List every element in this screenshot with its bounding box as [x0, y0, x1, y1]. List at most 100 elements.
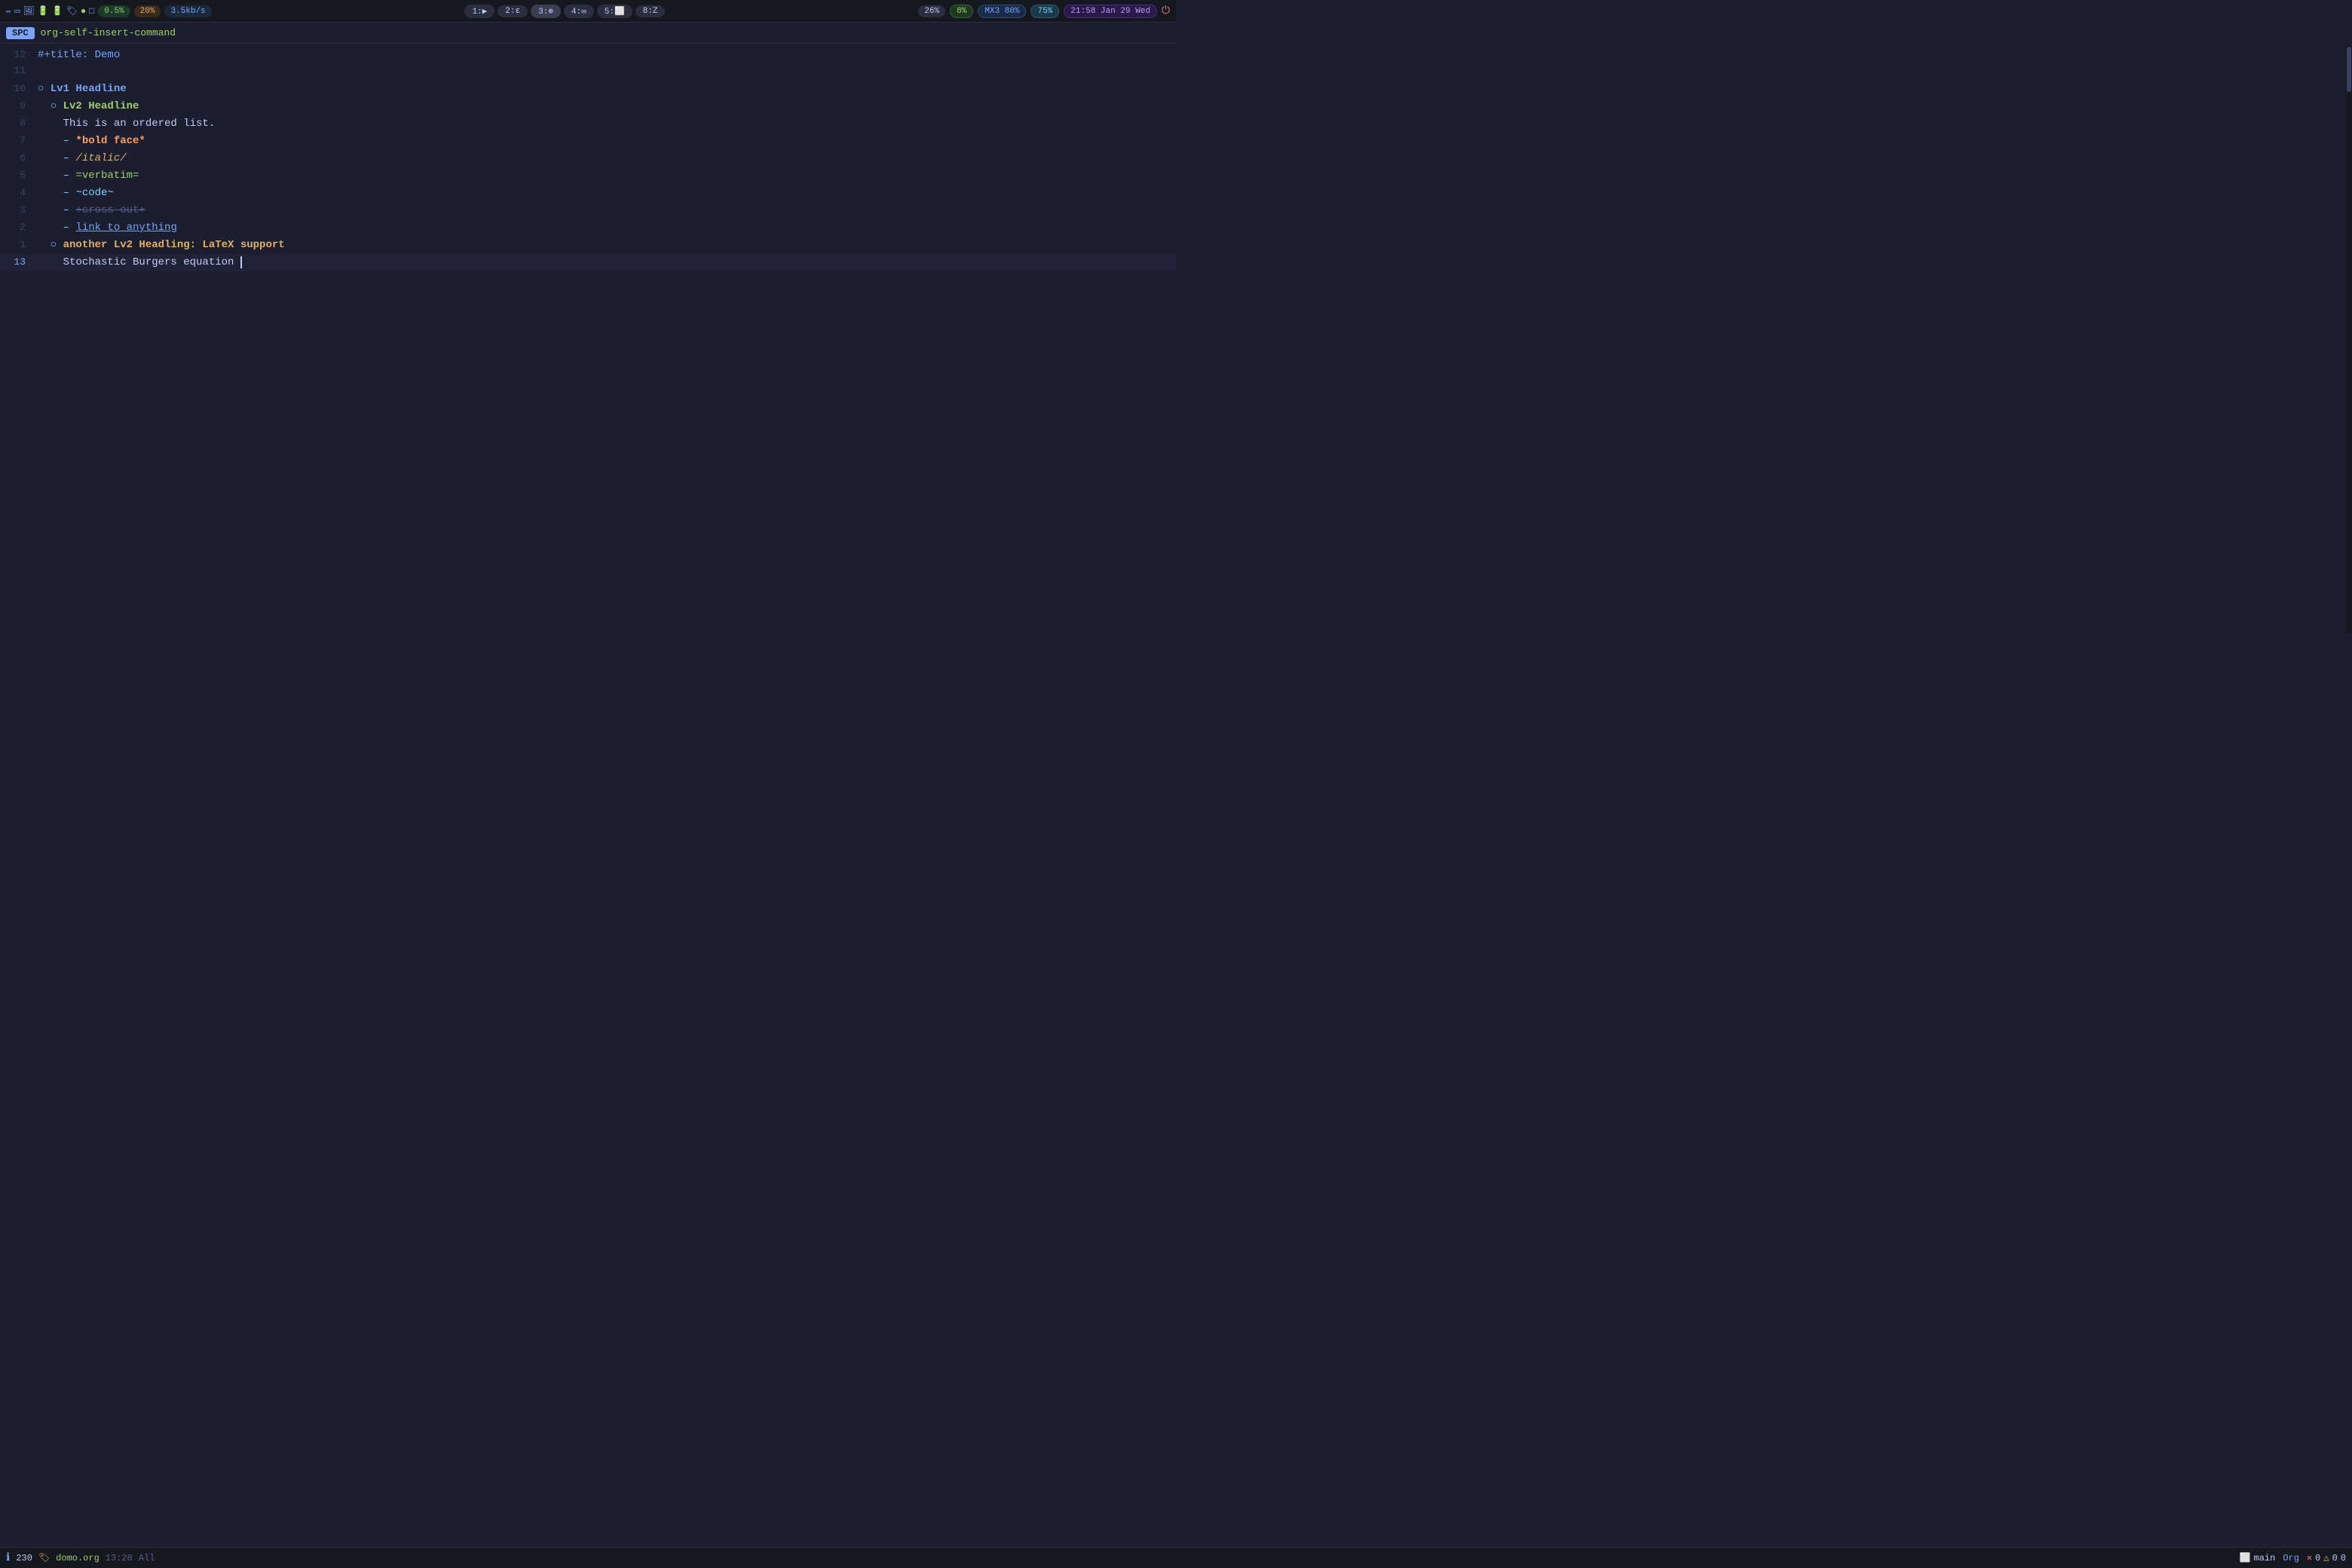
editor-line: 7 – *bold face*: [0, 133, 1176, 150]
line-content: – /italic/: [38, 151, 127, 167]
text-segment: link to anything: [75, 222, 176, 234]
bottom-bar: ℹ 230 🏷 domo.org 13:28 All ⬜ main Org ✕ …: [0, 1547, 2352, 1568]
power-icon[interactable]: ⏻: [1162, 5, 1170, 17]
warning-icon: △: [2323, 1552, 2329, 1563]
text-cursor: [240, 256, 242, 268]
network-speed: 3.5kb/s: [164, 5, 211, 17]
line-number: 1: [0, 239, 38, 250]
line-number: 7: [0, 135, 38, 146]
bottom-right: ⬜ main Org ✕ 0 △ 0 0: [2240, 1552, 2346, 1563]
scrollbar-thumb[interactable]: [2347, 47, 2351, 92]
text-segment: =verbatim=: [75, 170, 139, 182]
image-icon: 🖼: [23, 5, 34, 17]
line-number: 13: [0, 256, 38, 268]
line-content: ○ Lv1 Headline: [38, 81, 127, 97]
scrollbar[interactable]: [2346, 45, 2352, 633]
line-content: ○ another Lv2 Headling: LaTeX support: [38, 237, 285, 253]
major-mode-display: Org: [2283, 1553, 2299, 1563]
editor-line: 1 ○ another Lv2 Headling: LaTeX support: [0, 237, 1176, 254]
editor-line: 5 – =verbatim=: [0, 167, 1176, 185]
system-icons: ✏ ▭ 🖼 🔋 🔋 🏷 ● □: [6, 5, 94, 17]
text-segment: ○: [38, 239, 63, 251]
workspace-4[interactable]: 4:✉: [564, 5, 594, 18]
mode-command: org-self-insert-command: [41, 27, 176, 38]
text-segment: *bold face*: [75, 135, 145, 147]
editor-line: 2 – link to anything: [0, 219, 1176, 237]
editor-line: 11: [0, 64, 1176, 81]
mode-tag: SPC: [6, 27, 35, 39]
text-segment: –: [38, 135, 75, 147]
mx3-pill: MX3 80%: [978, 5, 1026, 18]
text-segment: –: [38, 204, 75, 216]
time-display: 13:28: [106, 1553, 133, 1563]
workspace-5[interactable]: 5:⬜: [597, 5, 632, 18]
line-number: 8: [0, 118, 38, 129]
green-icon: ●: [81, 6, 86, 17]
editor-line: 3 – +cross-out+: [0, 202, 1176, 219]
line-content: ○ Lv2 Headline: [38, 99, 139, 115]
cpu-percent: 20%: [134, 5, 161, 17]
text-segment: –: [38, 222, 75, 234]
line-content: – *bold face*: [38, 133, 145, 149]
text-segment: /italic/: [75, 152, 126, 164]
text-segment: –: [38, 187, 75, 199]
mem2-pill: 8%: [950, 5, 973, 18]
top-bar-left: ✏ ▭ 🖼 🔋 🔋 🏷 ● □ 0.5% 20% 3.5kb/s: [6, 5, 212, 17]
info-icon: ℹ: [6, 1551, 10, 1564]
info-count-display: 0: [2341, 1553, 2346, 1563]
line-content: Stochastic Burgers equation: [38, 255, 242, 271]
battery2-icon: 🔋: [52, 5, 63, 17]
white-icon: □: [89, 6, 94, 17]
top-bar-right: 26% 8% MX3 80% 75% 21:58 Jan 29 Wed ⏻: [918, 5, 1170, 18]
error-status: ✕ 0 △ 0 0: [2307, 1552, 2346, 1563]
line-number: 2: [0, 222, 38, 233]
editor-line: 10○ Lv1 Headline: [0, 81, 1176, 98]
window-icon: ▭: [14, 5, 20, 17]
tag-icon: 🏷: [66, 5, 78, 17]
workspace-label: main: [2254, 1553, 2276, 1563]
line-number: 9: [0, 100, 38, 112]
workspace-8[interactable]: 8:Z: [635, 5, 666, 17]
branch-name: domo.org: [56, 1553, 100, 1563]
text-segment: Stochastic Burgers equation: [38, 256, 240, 268]
editor-line: 12#+title: Demo: [0, 47, 1176, 64]
text-segment: ○: [38, 100, 63, 112]
encoding-display: All: [139, 1553, 155, 1563]
workspace-2[interactable]: 2:ε: [498, 5, 528, 17]
line-content: – +cross-out+: [38, 203, 145, 219]
datetime-pill: 21:58 Jan 29 Wed: [1064, 5, 1157, 18]
line-content: #+title: Demo: [38, 47, 120, 63]
workspace-1[interactable]: 1:▶: [464, 5, 495, 18]
line-content: – link to anything: [38, 220, 177, 236]
editor-line: 8 This is an ordered list.: [0, 115, 1176, 133]
line-number: 3: [0, 204, 38, 216]
editor-line: 13 Stochastic Burgers equation: [0, 254, 1176, 271]
editor-line: 6 – /italic/: [0, 150, 1176, 167]
editor-line: 4 – ~code~: [0, 185, 1176, 202]
line-number: 12: [0, 49, 38, 60]
battery1-icon: 🔋: [38, 5, 49, 17]
editor-area[interactable]: 12#+title: Demo1110○ Lv1 Headline9 ○ Lv2…: [0, 44, 1176, 647]
edit-icon: ✏: [6, 5, 11, 17]
branch-icon: 🏷: [38, 1552, 50, 1563]
line-content: This is an ordered list.: [38, 116, 215, 132]
text-segment: another Lv2 Headling: LaTeX support: [63, 239, 285, 251]
battery-percent: 0.5%: [98, 5, 130, 17]
workspace-icon: ⬜: [2240, 1552, 2251, 1563]
text-segment: #+title:: [38, 49, 95, 61]
line-number-display: 230: [16, 1553, 32, 1563]
text-segment: Demo: [95, 49, 121, 61]
workspace-switcher: 1:▶ 2:ε 3:⊕ 4:✉ 5:⬜ 8:Z: [216, 5, 914, 18]
bottom-left: ℹ 230 🏷 domo.org 13:28 All: [6, 1551, 155, 1564]
workspace-3[interactable]: 3:⊕: [531, 5, 561, 18]
text-segment: ○: [38, 83, 51, 95]
line-number: 10: [0, 83, 38, 94]
battery-pill: 75%: [1031, 5, 1059, 18]
error-icon: ✕: [2307, 1552, 2312, 1563]
line-number: 6: [0, 152, 38, 164]
warning-count: 0: [2332, 1553, 2338, 1563]
text-segment: ~code~: [75, 187, 113, 199]
mem1-pill: 26%: [918, 5, 945, 17]
text-segment: This is an ordered list.: [38, 118, 215, 130]
workspace-name-display: ⬜ main: [2240, 1552, 2276, 1563]
